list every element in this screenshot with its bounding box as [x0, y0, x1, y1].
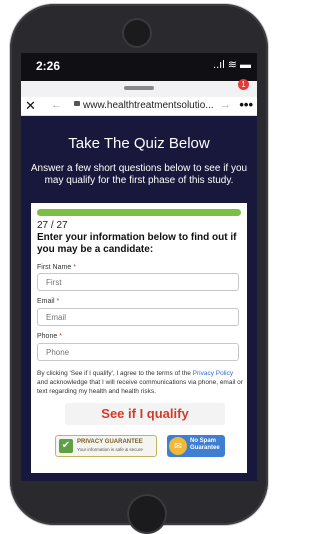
page-subtitle: Answer a few short questions below to se… — [30, 163, 248, 186]
consent-part2: and acknowledge that I will receive comm… — [37, 379, 243, 395]
no-spam-badge: ✉ No Spam Guarantee — [167, 435, 225, 457]
no-spam-text: No Spam Guarantee — [190, 438, 220, 452]
first-name-label-text: First Name — [37, 264, 72, 271]
form-lead: Enter your information below to find out… — [37, 232, 237, 255]
required-mark: * — [56, 298, 60, 305]
email-label-text: Email — [37, 298, 55, 305]
url-text[interactable]: www.healthtreatmentsolutio... — [83, 100, 214, 111]
see-if-i-qualify-button[interactable]: See if I qualify — [65, 403, 225, 425]
phone-label: Phone * — [37, 333, 62, 340]
phone-label-text: Phone — [37, 333, 58, 340]
envelope-icon: ✉ — [169, 437, 187, 455]
browser-toolbar: ✕ ← www.healthtreatmentsolutio... → ••• — [21, 97, 257, 116]
status-time: 2:26 — [36, 59, 61, 73]
background-page: 1 — [21, 79, 257, 97]
camera-icon — [122, 18, 152, 48]
more-icon[interactable]: ••• — [239, 97, 253, 112]
progress-bar — [37, 209, 241, 216]
lock-icon — [74, 101, 80, 106]
consent-part1: By clicking 'See if I qualify', I agree … — [37, 370, 193, 377]
no-spam-line1: No Spam — [190, 438, 217, 444]
page-title: Take The Quiz Below — [68, 135, 210, 152]
email-label: Email * — [37, 298, 59, 305]
quiz-card: 27 / 27 Enter your information below to … — [31, 203, 247, 473]
sheet-grabber[interactable] — [124, 86, 154, 90]
notification-badge: 1 — [238, 79, 249, 90]
trust-badges: ✔ PRIVACY GUARANTEE Your information is … — [55, 435, 255, 459]
privacy-guarantee-badge: ✔ PRIVACY GUARANTEE Your information is … — [55, 435, 157, 457]
email-input[interactable] — [37, 308, 239, 326]
close-icon[interactable]: ✕ — [25, 98, 36, 114]
consent-text: By clicking 'See if I qualify', I agree … — [37, 369, 243, 396]
required-mark: * — [73, 264, 76, 271]
required-mark: * — [59, 333, 62, 340]
first-name-input[interactable] — [37, 273, 239, 291]
forward-arrow-icon[interactable]: → — [220, 99, 231, 111]
privacy-badge-title: PRIVACY GUARANTEE — [77, 439, 143, 445]
screen: 2:26 ..ıl ≋ ▬ 1 ✕ ← www.healthtreatments… — [21, 53, 257, 481]
home-button[interactable] — [127, 494, 167, 534]
status-bar: 2:26 ..ıl ≋ ▬ — [21, 53, 257, 81]
back-arrow-icon[interactable]: ← — [51, 99, 62, 111]
first-name-label: First Name * — [37, 264, 76, 271]
step-counter: 27 / 27 — [37, 220, 68, 231]
progress-fill — [37, 209, 241, 216]
signal-wifi-battery-icon: ..ıl ≋ ▬ — [213, 59, 251, 71]
checkmark-icon: ✔ — [59, 439, 73, 453]
privacy-badge-subtitle: Your information is safe & secure — [77, 447, 143, 452]
privacy-policy-link[interactable]: Privacy Policy — [193, 370, 233, 377]
phone-input[interactable] — [37, 343, 239, 361]
no-spam-line2: Guarantee — [190, 445, 220, 451]
